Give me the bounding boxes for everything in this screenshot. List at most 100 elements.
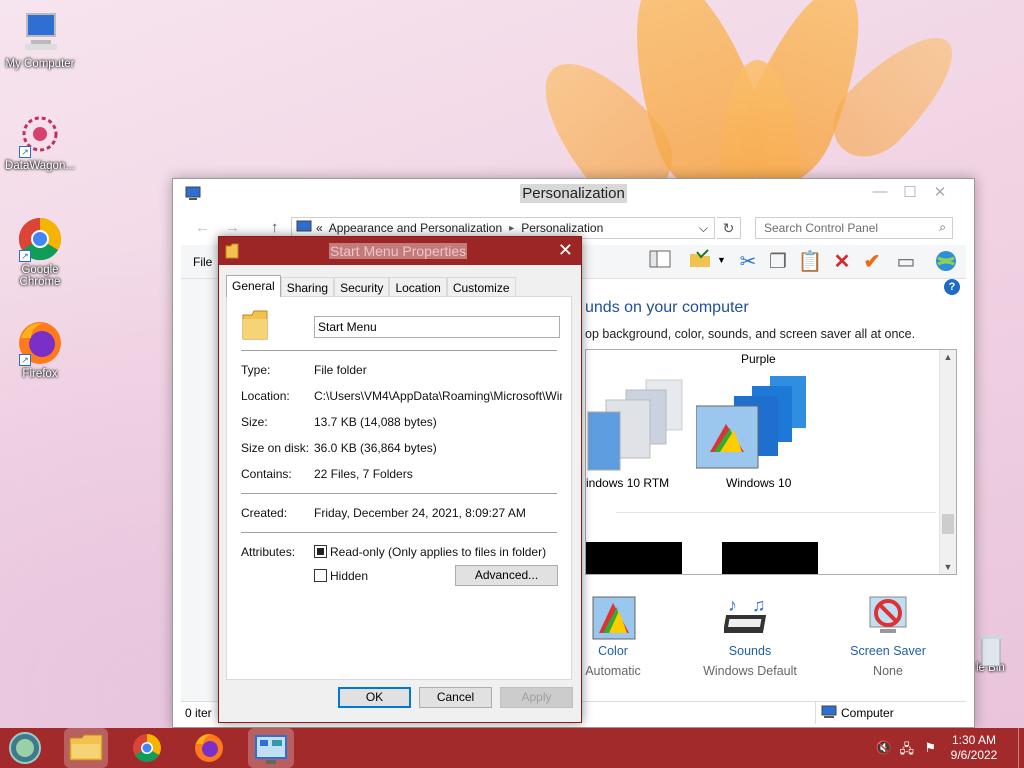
separator <box>241 493 557 494</box>
theme-thumbnail-dark[interactable] <box>722 542 818 574</box>
volume-muted-icon[interactable]: 🔇 <box>876 740 892 756</box>
taskbar-control-panel[interactable] <box>248 728 294 768</box>
taskbar-chrome[interactable] <box>130 731 164 765</box>
screen-saver-setting[interactable]: Screen Saver None <box>843 593 933 678</box>
dialog-title: Start Menu Properties <box>329 243 468 259</box>
search-input[interactable]: Search Control Panel ⌕ <box>755 217 953 239</box>
hidden-checkbox[interactable]: Hidden <box>314 569 368 583</box>
folder-icon <box>225 243 239 262</box>
screen-saver-link[interactable]: Screen Saver <box>843 644 933 658</box>
refresh-button[interactable]: ↻ <box>717 217 741 239</box>
attributes-label: Attributes: <box>241 545 296 559</box>
address-dropdown[interactable]: ⌵ <box>699 221 708 236</box>
breadcrumb-separator[interactable]: ▸ <box>509 223 514 234</box>
scroll-down-arrow[interactable]: ▼ <box>940 562 956 572</box>
help-icon[interactable]: ? <box>944 279 960 295</box>
color-value: Automatic <box>585 664 641 678</box>
globe-icon[interactable] <box>933 249 959 275</box>
themes-scrollbar[interactable]: ▲ ▼ <box>939 350 956 574</box>
color-link[interactable]: Color <box>573 644 653 658</box>
tab-general[interactable]: General <box>226 275 281 297</box>
preview-pane-icon[interactable] <box>647 249 673 275</box>
breadcrumb-personalization[interactable]: Personalization <box>521 221 603 235</box>
folder-check-icon[interactable] <box>687 249 713 275</box>
copy-icon[interactable]: ❐ <box>765 249 791 275</box>
tab-customize[interactable]: Customize <box>446 277 516 297</box>
dialog-titlebar[interactable]: Start Menu Properties ✕ <box>219 237 581 265</box>
status-separator <box>815 702 816 724</box>
screen-saver-icon <box>869 596 907 633</box>
taskbar: 🔇 🖧 ⚑ 1:30 AM 9/6/2022 <box>0 728 1024 768</box>
theme-label: indows 10 RTM <box>586 476 670 490</box>
shortcut-arrow-icon: ↗ <box>19 250 31 262</box>
action-center-flag-icon[interactable]: ⚑ <box>924 740 936 756</box>
folder-name-input[interactable] <box>314 316 560 338</box>
control-panel-icon <box>296 220 312 237</box>
created-label: Created: <box>241 506 288 520</box>
firefox-icon <box>195 734 223 762</box>
cancel-button[interactable]: Cancel <box>419 687 492 708</box>
chrome-icon <box>133 734 161 762</box>
desktop-icon-label: My Computer <box>5 58 75 70</box>
desktop-icon-google-chrome[interactable]: ↗ Google Chrome <box>0 216 80 288</box>
dialog-tabs: General Sharing Security Location Custom… <box>226 275 516 297</box>
close-button[interactable]: ✕ <box>926 183 954 201</box>
created-value: Friday, December 24, 2021, 8:09:27 AM <box>314 506 526 520</box>
dropdown-arrow-icon[interactable]: ▼ <box>717 255 726 265</box>
page-subheading: op background, color, sounds, and screen… <box>585 327 916 341</box>
page-heading: unds on your computer <box>585 299 749 316</box>
delete-icon[interactable]: ✕ <box>829 249 855 275</box>
paste-icon[interactable]: 📋 <box>797 249 823 275</box>
properties-icon[interactable]: ▭ <box>893 249 919 275</box>
ok-button[interactable]: OK <box>338 687 411 708</box>
checkbox-unchecked[interactable] <box>314 569 327 582</box>
start-button[interactable] <box>8 731 42 765</box>
separator <box>241 350 557 351</box>
close-button[interactable]: ✕ <box>558 240 573 261</box>
properties-dialog[interactable]: Start Menu Properties ✕ General Sharing … <box>218 236 582 723</box>
type-label: Type: <box>241 363 271 377</box>
network-icon[interactable]: 🖧 <box>900 740 915 762</box>
minimize-button[interactable]: — <box>866 183 894 200</box>
theme-windows-10[interactable]: Windows 10 <box>695 372 826 492</box>
tab-location[interactable]: Location <box>389 277 447 297</box>
checkmark-icon[interactable]: ✔ <box>859 249 885 275</box>
window-titlebar[interactable]: Personalization — ☐ ✕ <box>173 179 974 207</box>
checkbox-indeterminate[interactable] <box>314 545 327 558</box>
breadcrumb-overflow[interactable]: « <box>316 221 323 235</box>
maximize-button[interactable]: ☐ <box>896 183 924 201</box>
themes-list[interactable]: Purple indows 10 RTM Windows 10 ▲ ▼ <box>585 349 957 575</box>
sounds-setting[interactable]: ♪ ♫ Sounds Windows Default <box>695 593 805 678</box>
back-button[interactable]: ← <box>195 219 210 236</box>
scroll-up-arrow[interactable]: ▲ <box>940 352 956 362</box>
sounds-link[interactable]: Sounds <box>695 644 805 658</box>
color-setting[interactable]: Color Automatic <box>573 593 653 678</box>
screen-saver-value: None <box>873 664 903 678</box>
control-panel-icon <box>185 185 201 205</box>
taskbar-firefox[interactable] <box>192 731 226 765</box>
cut-icon[interactable]: ✂ <box>735 249 761 275</box>
shortcut-arrow-icon: ↗ <box>19 354 31 366</box>
computer-icon <box>17 10 63 56</box>
desktop-icon-firefox[interactable]: ↗ Firefox <box>0 320 80 380</box>
theme-windows-10-rtm[interactable]: indows 10 RTM <box>586 372 696 492</box>
scroll-thumb[interactable] <box>942 514 954 534</box>
forward-button[interactable]: → <box>225 219 240 236</box>
advanced-button[interactable]: Advanced... <box>455 565 558 586</box>
theme-thumbnail-dark[interactable] <box>586 542 682 574</box>
file-menu[interactable]: File <box>193 255 212 269</box>
tab-sharing[interactable]: Sharing <box>280 277 335 297</box>
taskbar-file-explorer[interactable] <box>64 728 108 768</box>
desktop-icon-my-computer[interactable]: My Computer <box>0 10 80 70</box>
size-on-disk-label: Size on disk: <box>241 441 310 455</box>
navigation-pane <box>181 279 221 701</box>
show-desktop-button[interactable] <box>1018 728 1024 768</box>
type-value: File folder <box>314 363 367 377</box>
tab-security[interactable]: Security <box>334 277 390 297</box>
clock[interactable]: 1:30 AM 9/6/2022 <box>946 733 1002 763</box>
up-button[interactable]: ↑ <box>271 219 279 236</box>
desktop-icon-datawagon[interactable]: ↗ DataWagon... <box>0 112 80 172</box>
theme-divider <box>616 512 936 513</box>
breadcrumb-appearance[interactable]: Appearance and Personalization <box>329 221 502 235</box>
readonly-checkbox[interactable]: Read-only (Only applies to files in fold… <box>314 545 546 559</box>
